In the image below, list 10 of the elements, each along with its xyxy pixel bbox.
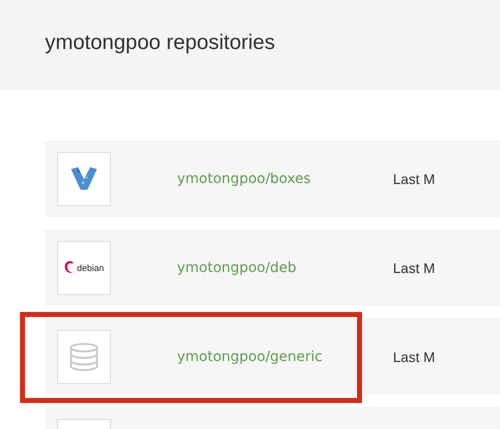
repository-link[interactable]: ymotongpoo/deb	[177, 260, 393, 276]
repository-link[interactable]: ymotongpoo/boxes	[177, 170, 393, 186]
status-text: Last M	[393, 260, 436, 276]
logo-text: debian	[76, 262, 104, 272]
database-icon	[69, 342, 99, 370]
repository-link[interactable]: ymotongpoo/generic	[177, 348, 393, 364]
status-text: Last M	[393, 348, 436, 364]
v-logo-icon	[71, 167, 97, 190]
page-title: ymotongpoo repositories	[45, 31, 275, 55]
status-text: Last M	[393, 170, 436, 186]
